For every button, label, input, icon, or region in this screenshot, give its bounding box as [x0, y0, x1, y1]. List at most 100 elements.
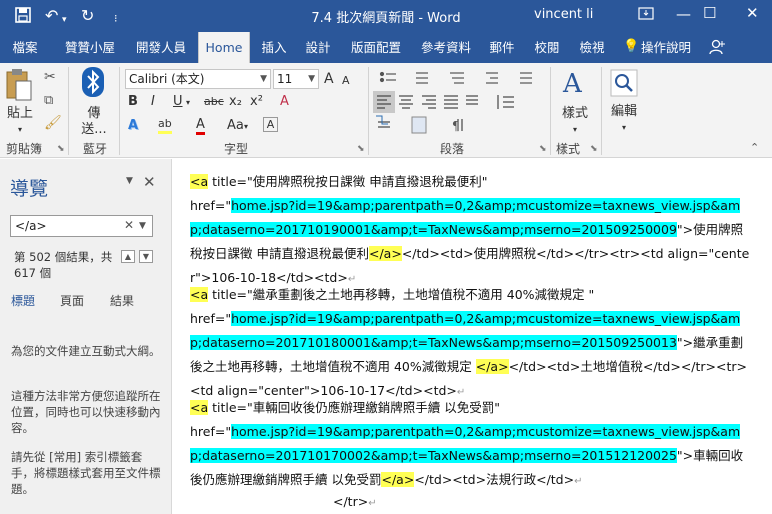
underline-button[interactable]: U [173, 93, 183, 111]
clear-formatting-button[interactable]: A [280, 93, 289, 111]
url-text: home.jsp?id=19&amp;parentpath=0,2&amp;mc… [190, 311, 741, 350]
format-painter-icon[interactable]: 🖌 [44, 115, 62, 131]
nav-help-text-2: 這種方法非常方便您追蹤所在位置，同時也可以快速移動內容。 [11, 389, 161, 435]
document-page[interactable]: <a title="使用牌照稅按日課徵 申請直撥退稅最便利" href=" home… [173, 159, 772, 514]
font-group-label: 字型 [224, 142, 249, 156]
paste-dropdown-icon[interactable]: ▾ [4, 121, 36, 139]
chevron-down-icon: ▼ [260, 74, 267, 84]
change-case-button[interactable]: Aa [227, 117, 244, 135]
tab-mailings[interactable]: 郵件 [484, 32, 520, 63]
tab-insert[interactable]: 插入 [256, 32, 292, 63]
subscript-button[interactable]: x₂ [229, 93, 242, 111]
nav-options-icon[interactable]: ▼ [126, 176, 133, 186]
font-size-combo[interactable]: 11 ▼ [273, 69, 319, 89]
paragraph-mark-icon: ↵ [368, 498, 377, 509]
font-launcher-icon[interactable]: ⬊ [357, 144, 365, 154]
grow-font-icon[interactable]: A [324, 70, 334, 88]
paragraph-mark-icon: ↵ [574, 476, 583, 487]
anchor-open-text: <a [190, 174, 209, 189]
search-dropdown-icon[interactable]: ▼ [139, 221, 146, 231]
underline-dropdown-icon[interactable]: ▾ [186, 94, 190, 112]
font-size-value: 11 [277, 72, 293, 86]
ribbon-tabs: 檔案 贊贊小屋 開發人員 Home 插入 設計 版面配置 參考資料 郵件 校閱 … [0, 32, 772, 63]
clear-search-icon[interactable]: ✕ [124, 218, 134, 232]
minimize-icon[interactable]: — [676, 5, 691, 23]
search-input[interactable]: </a> ✕ ▼ [10, 215, 153, 237]
search-input-value: </a> [15, 219, 47, 233]
bluetooth-group-label: 藍牙 [83, 142, 108, 156]
table-tail-text: </td><td>法規行政</td> [414, 472, 575, 487]
editing-button[interactable]: 編輯 ▾ [607, 69, 641, 137]
nav-tab-results[interactable]: 結果 [110, 292, 134, 309]
tab-design[interactable]: 設計 [300, 32, 336, 63]
tab-view[interactable]: 檢視 [574, 32, 610, 63]
text-effects-icon[interactable]: A [128, 117, 138, 135]
strikethrough-button[interactable]: abc [204, 93, 224, 111]
ribbon-display-icon[interactable] [637, 4, 655, 26]
styles-button[interactable]: A 樣式 ▾ [557, 69, 593, 137]
tab-home[interactable]: Home [198, 32, 250, 63]
collapse-ribbon-icon[interactable]: ⌃ [750, 141, 759, 154]
case-dropdown-icon[interactable]: ▾ [244, 118, 248, 136]
separator [119, 67, 120, 155]
paragraph[interactable]: </tr>↵ [333, 490, 533, 514]
title-attribute: title="繼承重劃後之土地再移轉，土地增值稅不適用 40%減徵規定 " [208, 287, 595, 302]
title-attribute: title="使用牌照稅按日課徵 申請直撥退稅最便利" [208, 174, 488, 189]
document-area[interactable]: <a title="使用牌照稅按日課徵 申請直撥退稅最便利" href=" home… [173, 159, 772, 514]
chevron-down-icon: ▼ [308, 74, 315, 84]
anchor-open-text: <a [190, 287, 209, 302]
enclose-char-icon[interactable]: A [263, 117, 278, 132]
copy-icon[interactable]: ⧉ [44, 93, 53, 108]
superscript-button[interactable]: x² [250, 93, 263, 111]
nav-tab-pages[interactable]: 頁面 [60, 292, 84, 309]
separator [550, 67, 551, 155]
lightbulb-icon[interactable]: 💡 [623, 39, 639, 54]
tab-zanzan[interactable]: 贊贊小屋 [58, 32, 122, 63]
tell-me-search[interactable]: 操作說明 [640, 32, 692, 63]
user-name[interactable]: vincent li [534, 7, 593, 22]
paste-icon [6, 69, 32, 101]
nav-help-text-3: 請先從 [常用] 索引標籤套手，將標題樣式套用至文件標題。 [11, 450, 161, 496]
tab-file[interactable]: 檔案 [6, 32, 44, 63]
href-text: href=" [190, 198, 232, 213]
font-color-button[interactable]: A [196, 117, 205, 135]
bluetooth-icon [82, 67, 104, 97]
tab-references[interactable]: 參考資料 [416, 32, 476, 63]
cut-icon[interactable]: ✂ [44, 69, 56, 85]
paragraph[interactable]: <a title="使用牌照稅按日課徵 申請直撥退稅最便利" href="home… [190, 170, 750, 292]
nav-help-text-1: 為您的文件建立互動式大綱。 [11, 344, 161, 358]
title-bar: ↶ ▾ ↻ ⁝ 7.4 批次網頁新聞 - Word vincent li — ☐… [0, 0, 772, 32]
paragraph-tools-icons[interactable]: ¶ [372, 67, 550, 139]
nav-close-icon[interactable]: ✕ [143, 173, 156, 191]
paragraph[interactable]: <a title="車輛回收後仍應辦理繳銷牌照手續 以免受罰" href="hom… [190, 396, 750, 494]
maximize-icon[interactable]: ☐ [703, 4, 716, 22]
results-count-line1: 第 502 個結果，共 [14, 250, 113, 264]
tab-layout[interactable]: 版面配置 [346, 32, 406, 63]
shrink-font-icon[interactable]: A [342, 72, 350, 90]
ribbon-home: 貼上 ▾ ✂ ⧉ 🖌 剪貼簿 ⬊ 傳 送... 藍牙 Calibri (本文) … [0, 63, 772, 158]
font-name-combo[interactable]: Calibri (本文) ▼ [125, 69, 271, 89]
bold-button[interactable]: B [128, 93, 138, 111]
styles-group-label: 樣式 [556, 142, 581, 156]
share-person-icon[interactable] [708, 38, 726, 60]
clipboard-launcher-icon[interactable]: ⬊ [57, 144, 65, 154]
paste-button[interactable]: 貼上 ▾ [4, 67, 36, 137]
paragraph-launcher-icon[interactable]: ⬊ [539, 144, 547, 154]
bluetooth-label-2: 送... [81, 122, 107, 137]
bluetooth-send-button[interactable]: 傳 送... [76, 67, 112, 139]
next-result-icon[interactable]: ▼ [139, 250, 153, 263]
tab-developer[interactable]: 開發人員 [130, 32, 192, 63]
italic-button[interactable]: I [151, 93, 155, 111]
document-title: 7.4 批次網頁新聞 - Word [311, 11, 461, 26]
styles-launcher-icon[interactable]: ⬊ [590, 144, 598, 154]
close-icon[interactable]: ✕ [746, 4, 759, 22]
separator [68, 67, 69, 155]
paragraph[interactable]: <a title="繼承重劃後之土地再移轉，土地增值稅不適用 40%減徵規定 "… [190, 283, 750, 405]
highlight-button[interactable]: ab [158, 117, 172, 134]
paragraph-group-label: 段落 [440, 142, 465, 156]
prev-result-icon[interactable]: ▲ [121, 250, 135, 263]
styles-icon: A [563, 69, 582, 99]
nav-tab-headings[interactable]: 標題 [11, 292, 35, 309]
editing-dropdown-icon: ▾ [621, 123, 626, 132]
tab-review[interactable]: 校閱 [529, 32, 565, 63]
